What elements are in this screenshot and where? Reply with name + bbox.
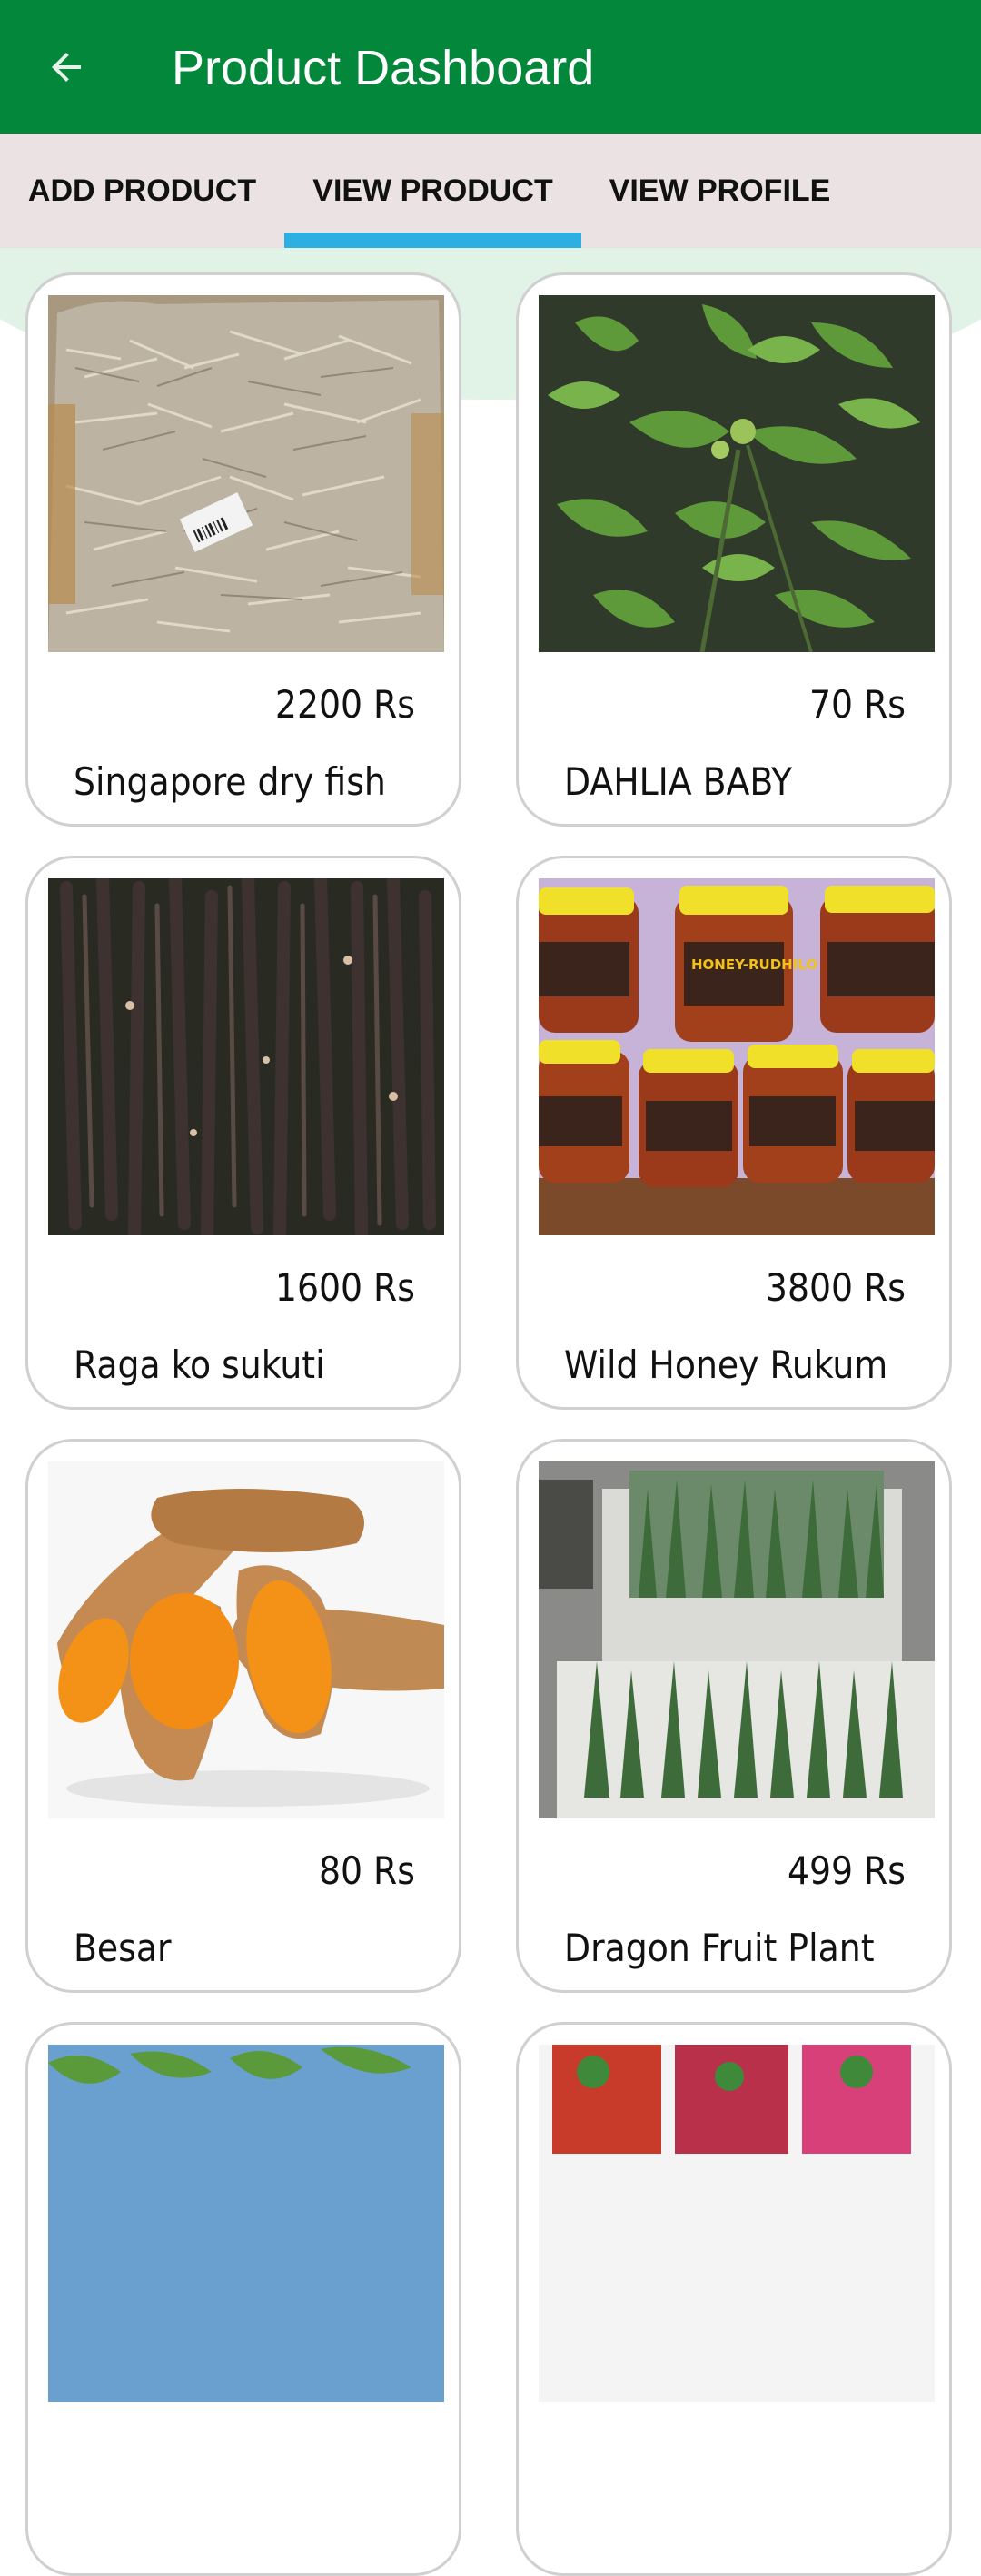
product-name: Besar xyxy=(74,1926,172,1970)
product-price: 2200 Rs xyxy=(274,682,415,727)
tab-view-profile[interactable]: VIEW PROFILE xyxy=(581,134,858,248)
back-button[interactable] xyxy=(36,31,96,104)
tab-indicator xyxy=(284,233,581,248)
product-name: DAHLIA BABY xyxy=(564,759,793,804)
product-name: Raga ko sukuti xyxy=(74,1342,325,1387)
product-grid: 2200 Rs Singapore dry fish 70 Rs DAHLIA … xyxy=(0,0,981,2576)
jar-label-text: HONEY-RUDHILO xyxy=(691,956,818,973)
product-card[interactable] xyxy=(516,2022,952,2576)
product-image xyxy=(48,878,444,1235)
tab-view-product[interactable]: VIEW PRODUCT xyxy=(284,134,581,248)
product-price: 1600 Rs xyxy=(274,1265,415,1310)
product-price: 499 Rs xyxy=(787,1848,906,1893)
product-price: 80 Rs xyxy=(318,1848,415,1893)
product-card[interactable]: 499 Rs Dragon Fruit Plant xyxy=(516,1439,952,1993)
product-card[interactable]: 1600 Rs Raga ko sukuti xyxy=(25,856,461,1410)
product-price: 3800 Rs xyxy=(765,1265,906,1310)
app-bar: Product Dashboard xyxy=(0,0,981,134)
product-image xyxy=(48,2045,444,2402)
product-image xyxy=(48,295,444,652)
tab-label: VIEW PRODUCT xyxy=(312,173,553,208)
arrow-back-icon xyxy=(52,53,81,82)
product-image xyxy=(48,1461,444,1818)
page-title: Product Dashboard xyxy=(172,41,595,95)
product-image xyxy=(539,1461,935,1818)
tab-add-product[interactable]: ADD PRODUCT xyxy=(0,134,284,248)
product-card[interactable]: 80 Rs Besar xyxy=(25,1439,461,1993)
product-image: HONEY-RUDHILO xyxy=(539,878,935,1235)
tab-label: VIEW PROFILE xyxy=(609,173,831,208)
tab-label: ADD PRODUCT xyxy=(27,173,257,208)
product-name: Wild Honey Rukum xyxy=(564,1342,888,1387)
product-card[interactable]: 2200 Rs Singapore dry fish xyxy=(25,272,461,827)
product-card[interactable]: 70 Rs DAHLIA BABY xyxy=(516,272,952,827)
product-image xyxy=(539,2045,935,2402)
product-price: 70 Rs xyxy=(808,682,906,727)
tab-bar: ADD PRODUCT VIEW PRODUCT VIEW PROFILE xyxy=(0,134,981,248)
product-name: Singapore dry fish xyxy=(74,759,386,804)
product-card[interactable] xyxy=(25,2022,461,2576)
product-card[interactable]: HONEY-RUDHILO 3800 Rs Wild Honey Rukum xyxy=(516,856,952,1410)
product-image xyxy=(539,295,935,652)
product-name: Dragon Fruit Plant xyxy=(564,1926,875,1970)
